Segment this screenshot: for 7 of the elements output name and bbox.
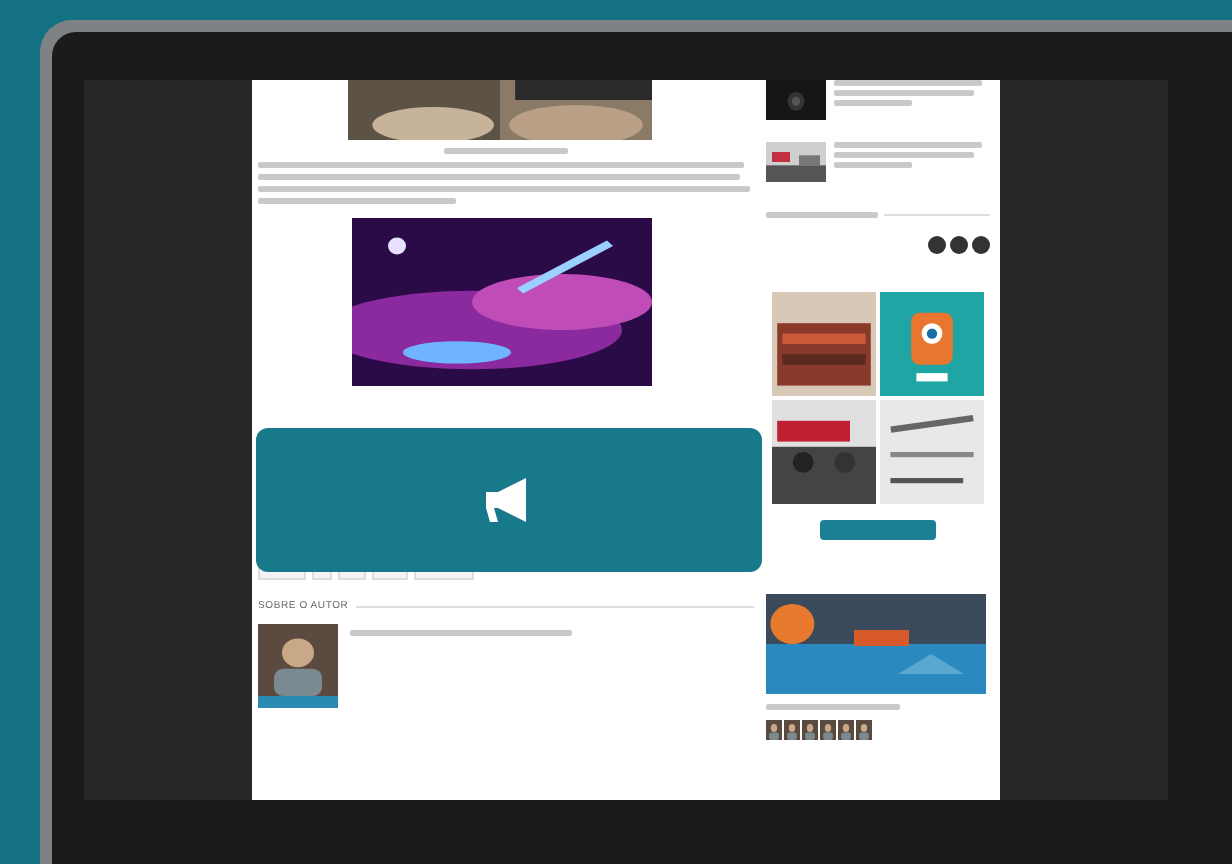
blurred-text-drawing [834,162,912,168]
blurred-text-drawing [444,148,568,154]
blurred-text-drawing [766,704,901,710]
blurred-text-drawing [766,212,878,218]
blurred-text-drawing [834,100,912,106]
blurred-text-drawing [834,152,975,158]
blurred-text-drawing [834,90,975,96]
